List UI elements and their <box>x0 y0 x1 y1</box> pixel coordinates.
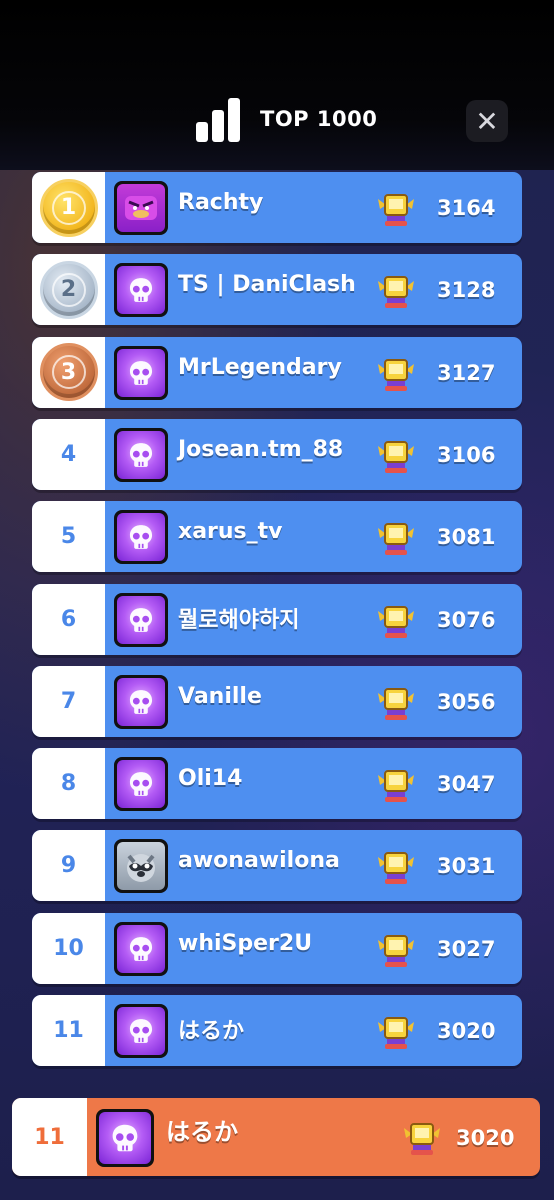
skull-icon <box>117 513 165 562</box>
leaderboard-row[interactable]: 7 Vanille 3056 <box>32 665 522 737</box>
leaderboard-row[interactable]: 2 TS | DaniClash 3128 <box>32 254 522 326</box>
trophy-icon <box>378 358 414 391</box>
trophy-icon <box>378 852 414 885</box>
player-name: はるか <box>178 1019 245 1044</box>
player-avatar[interactable] <box>114 757 168 812</box>
gold-medal-icon: 1 <box>39 178 98 237</box>
trophy-icon <box>378 276 414 309</box>
own-player-name: はるか <box>166 1118 238 1146</box>
own-avatar <box>96 1109 154 1167</box>
own-rank-number: 11 <box>12 1098 87 1176</box>
rank-number: 8 <box>32 748 105 820</box>
leaderboard-row[interactable]: 4 Josean.tm_88 3106 <box>32 418 522 490</box>
player-avatar[interactable] <box>114 839 168 894</box>
skull-icon <box>117 924 165 973</box>
trophy-icon <box>378 770 414 803</box>
player-name: MrLegendary <box>178 354 342 380</box>
purple-face-icon <box>117 184 165 232</box>
trophy-icon <box>378 687 414 720</box>
leaderboard-row[interactable]: 1 Rachty 3164 <box>32 172 522 243</box>
trophy-score: 3106 <box>437 442 496 467</box>
trophy-icon <box>378 440 414 473</box>
close-icon: ✕ <box>475 104 499 138</box>
rank-number: 7 <box>32 665 105 737</box>
player-name: Rachty <box>178 190 264 215</box>
rank-number: 11 <box>32 995 105 1066</box>
rank-number: 6 <box>32 583 105 655</box>
leaderboard-row[interactable]: 9 awonawilona 3031 <box>32 830 522 902</box>
raccoon-icon <box>117 842 165 891</box>
player-avatar[interactable] <box>114 427 168 482</box>
trophy-icon <box>378 605 414 638</box>
trophy-score: 3020 <box>437 1019 496 1043</box>
skull-icon <box>117 266 165 315</box>
rank-number: 4 <box>32 418 105 490</box>
leaderboard-row[interactable]: 11 はるか 3020 <box>32 995 522 1066</box>
trophy-icon <box>378 1017 414 1049</box>
skull-icon <box>99 1112 151 1164</box>
leaderboard-row[interactable]: 6 뭘로해야하지 3076 <box>32 583 522 655</box>
trophy-icon <box>378 934 414 967</box>
trophy-score: 3047 <box>437 772 496 797</box>
skull-icon <box>117 760 165 809</box>
trophy-score: 3164 <box>437 196 496 220</box>
player-avatar[interactable] <box>114 1004 168 1058</box>
player-avatar[interactable] <box>114 674 168 729</box>
player-avatar[interactable] <box>114 510 168 565</box>
trophy-icon <box>378 523 414 556</box>
player-name: 뭘로해야하지 <box>178 607 300 633</box>
player-name: whiSper2U <box>178 930 313 956</box>
trophy-score: 3128 <box>437 278 496 303</box>
player-name: TS | DaniClash <box>178 272 356 298</box>
trophy-icon <box>378 194 414 226</box>
rank-cell: 1 <box>32 172 105 243</box>
own-rank-row[interactable]: 11 はるか 3020 <box>12 1098 540 1176</box>
rank-number: 5 <box>32 501 105 573</box>
trophy-score: 3027 <box>437 936 496 961</box>
player-avatar[interactable] <box>114 263 168 318</box>
trophy-score: 3081 <box>437 525 496 550</box>
rank-number: 9 <box>32 830 105 902</box>
trophy-score: 3056 <box>437 689 496 714</box>
trophy-score: 3031 <box>437 854 496 879</box>
header: TOP 1000 ✕ <box>0 90 554 150</box>
leaderboard-row[interactable]: 5 xarus_tv 3081 <box>32 501 522 573</box>
rank-number: 3 <box>51 355 86 390</box>
bronze-medal-icon: 3 <box>39 343 98 402</box>
skull-icon <box>117 1007 165 1055</box>
leaderboard-row[interactable]: 3 MrLegendary 3127 <box>32 336 522 408</box>
rank-number: 2 <box>51 272 86 307</box>
player-avatar[interactable] <box>114 921 168 976</box>
trophy-score: 3076 <box>437 607 496 632</box>
trophy-icon <box>404 1123 440 1155</box>
rank-number: 10 <box>32 912 105 984</box>
trophy-score: 3127 <box>437 360 496 385</box>
rank-number: 1 <box>51 190 86 225</box>
skull-icon <box>117 595 165 644</box>
page-title: TOP 1000 <box>260 107 378 131</box>
player-name: awonawilona <box>178 848 340 874</box>
rank-cell: 3 <box>32 336 105 408</box>
bar-chart-icon <box>196 98 240 142</box>
player-avatar[interactable] <box>114 345 168 400</box>
skull-icon <box>117 677 165 726</box>
player-name: xarus_tv <box>178 519 283 545</box>
player-avatar[interactable] <box>114 592 168 647</box>
leaderboard-row[interactable]: 8 Oli14 3047 <box>32 748 522 820</box>
skull-icon <box>117 430 165 479</box>
own-trophy-score: 3020 <box>456 1126 515 1150</box>
silver-medal-icon: 2 <box>39 260 98 319</box>
close-button[interactable]: ✕ <box>466 100 508 142</box>
player-name: Josean.tm_88 <box>178 436 344 462</box>
player-name: Vanille <box>178 683 262 709</box>
player-avatar[interactable] <box>114 181 168 235</box>
leaderboard-row[interactable]: 10 whiSper2U 3027 <box>32 912 522 984</box>
player-name: Oli14 <box>178 766 243 792</box>
skull-icon <box>117 348 165 397</box>
rank-cell: 2 <box>32 254 105 326</box>
